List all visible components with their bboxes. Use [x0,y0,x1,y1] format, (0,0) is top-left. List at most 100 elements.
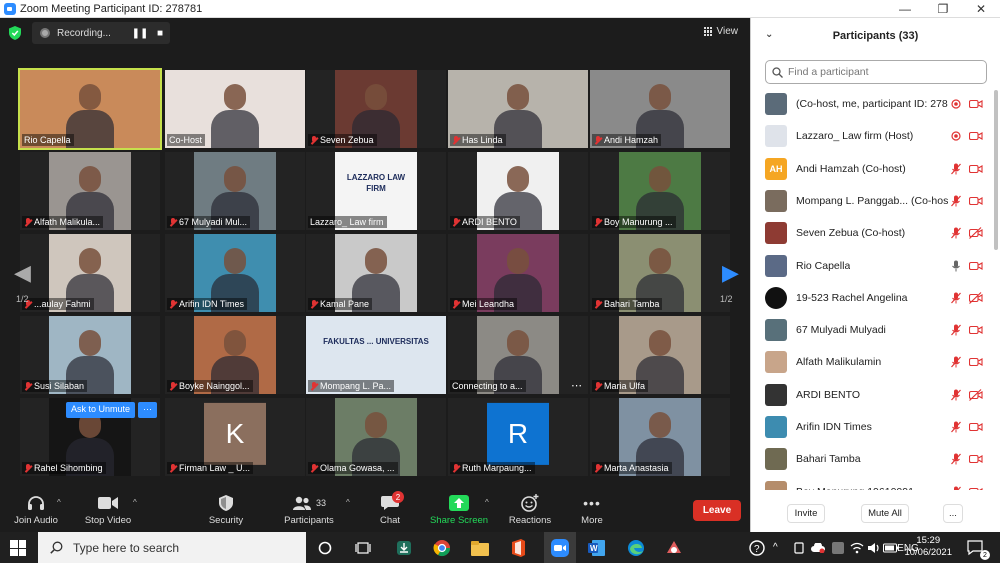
participant-avatar [765,448,787,471]
video-tile[interactable]: Mei Leandha [448,234,588,312]
video-tile[interactable]: Rio Capella [18,68,162,150]
stop-video-button[interactable]: Stop Video ^ [80,494,137,526]
participant-name: Rio Capella [24,135,71,145]
video-tile[interactable]: Kamal Pane [306,234,446,312]
pause-recording-button[interactable]: ❚❚ [130,28,150,39]
mic-muted-icon [594,135,602,145]
reactions-smiley-icon [521,494,539,512]
help-icon[interactable]: ? [745,536,769,560]
video-tile[interactable]: Olama Gowasa, ... [306,398,446,476]
video-tile[interactable]: Maria Ulfa [590,316,730,394]
video-tile[interactable]: Arifin IDN Times [165,234,305,312]
video-tile[interactable]: Bahari Tamba [590,234,730,312]
video-tile[interactable]: Co-Host [165,70,305,148]
word-icon[interactable]: W [585,536,609,560]
encryption-shield-icon[interactable] [9,26,21,40]
tile-name-label: Has Linda [450,134,506,146]
video-tile[interactable]: Has Linda [448,70,588,148]
tray-overflow-caret-icon[interactable]: ^ [773,532,778,563]
share-screen-button[interactable]: Share Screen ^ [428,494,490,526]
participant-row[interactable]: 67 Mulyadi Mulyadi [751,314,995,346]
mic-muted-icon [954,486,961,490]
participants-options-caret-icon[interactable]: ^ [346,498,350,507]
video-tile[interactable]: Alfath Malikula... [20,152,160,230]
participant-row[interactable]: Mompang L. Panggab... (Co-host) [751,185,995,217]
participant-row[interactable]: Seven Zebua (Co-host) [751,217,995,249]
task-view-icon[interactable] [351,536,375,560]
video-tile[interactable]: LAZZARO LAW FIRM Lazzaro_ Law firm [306,152,446,230]
participant-row[interactable]: Rio Capella [751,250,995,282]
tile-name-label: Marta Anastasia [592,462,672,474]
participant-row[interactable]: Boy Manurung 19610091 [751,476,995,490]
chrome-icon[interactable] [430,536,454,560]
tile-name-label: ARDI BENTO [450,216,520,228]
video-tile[interactable]: Marta Anastasia [590,398,730,476]
system-clock[interactable]: 15:29 10/06/2021 [904,535,952,559]
cortana-icon[interactable] [313,536,337,560]
video-tile[interactable]: Seven Zebua [306,70,446,148]
taskbar-search-box[interactable]: Type here to search [38,532,306,563]
participant-row[interactable]: Arifin IDN Times [751,411,995,443]
video-tile[interactable]: ⋯ Connecting to a... [448,316,588,394]
participant-row[interactable]: AH Andi Hamzah (Co-host) [751,153,995,185]
close-button[interactable]: ✕ [962,0,1000,18]
video-tile[interactable]: K Firman Law _ U... [165,398,305,476]
video-tile[interactable]: ...aulay Fahmi [20,234,160,312]
next-page-arrow-icon[interactable]: ▶ [722,260,739,286]
mic-muted-icon [951,389,961,401]
participant-list-scrollbar[interactable] [994,90,998,250]
video-tile[interactable]: Andi Hamzah [590,70,730,148]
reactions-button[interactable]: Reactions [506,494,554,526]
video-tile[interactable]: FAKULTAS ... UNIVERSITAS Mompang L. Pa... [306,316,446,394]
more-button[interactable]: ••• More [574,494,610,526]
mic-muted-icon [951,227,961,239]
participant-row[interactable]: 19-523 Rachel Angelina [751,282,995,314]
video-tile[interactable]: 67 Mulyadi Mul... [165,152,305,230]
participant-search-input[interactable]: Find a participant [765,60,987,84]
participant-row[interactable]: Alfath Malikulamin [751,346,995,378]
file-explorer-icon[interactable] [468,536,492,560]
mic-muted-icon [594,381,602,391]
collapse-panel-chevron-icon[interactable]: ⌄ [765,29,773,40]
participant-row-name: Andi Hamzah (Co-host) [796,162,906,175]
person-silhouette [79,330,101,356]
edge-icon[interactable] [624,536,648,560]
view-button[interactable]: View [703,26,738,37]
stop-recording-button[interactable]: ■ [150,28,170,39]
participant-row[interactable]: ARDI BENTO [751,379,995,411]
participant-avatar: AH [765,157,787,180]
ask-to-unmute-button[interactable]: Ask to Unmute [66,402,136,418]
zoom-taskbar-icon[interactable] [544,532,576,563]
prev-page-arrow-icon[interactable]: ◀ [14,260,31,286]
paint-app-icon[interactable] [662,536,686,560]
participant-row[interactable]: Lazzaro_ Law firm (Host) [751,120,995,152]
participant-row[interactable]: Bahari Tamba [751,443,995,475]
participants-button[interactable]: 33 Participants ^ [280,494,350,526]
video-options-caret-icon[interactable]: ^ [133,498,137,507]
leave-button[interactable]: Leave [693,500,741,521]
windows-start-icon[interactable] [10,540,26,556]
security-button[interactable]: Security [204,494,248,526]
audio-options-caret-icon[interactable]: ^ [57,498,61,507]
minimize-button[interactable]: — [886,0,924,18]
person-silhouette [365,84,387,110]
restore-button[interactable]: ❐ [924,0,962,18]
video-tile[interactable]: R Ruth Marpaung... [448,398,588,476]
video-tile[interactable]: Susi Silaban [20,316,160,394]
video-tile[interactable]: Boyke Nainggol... [165,316,305,394]
office-icon[interactable] [506,536,530,560]
video-tile[interactable]: ARDI BENTO [448,152,588,230]
mute-all-button[interactable]: Mute All [861,504,909,523]
join-audio-button[interactable]: Join Audio ^ [10,494,62,526]
video-on-icon [969,422,983,432]
invite-button[interactable]: Invite [787,504,825,523]
panel-more-button[interactable]: ... [943,504,963,523]
notifications-icon[interactable]: 2 [964,536,990,560]
participant-row[interactable]: (Co-host, me, participant ID: 278781) [751,88,995,120]
tile-more-button[interactable]: ··· [138,402,158,418]
share-options-caret-icon[interactable]: ^ [485,498,489,507]
video-tile[interactable]: Boy Manurung ... [590,152,730,230]
meeting-view: Recording... ❚❚ ■ View Rio Capella Co-Hos… [0,18,750,490]
chat-button[interactable]: 2 Chat [372,491,408,526]
download-app-icon[interactable] [392,536,416,560]
